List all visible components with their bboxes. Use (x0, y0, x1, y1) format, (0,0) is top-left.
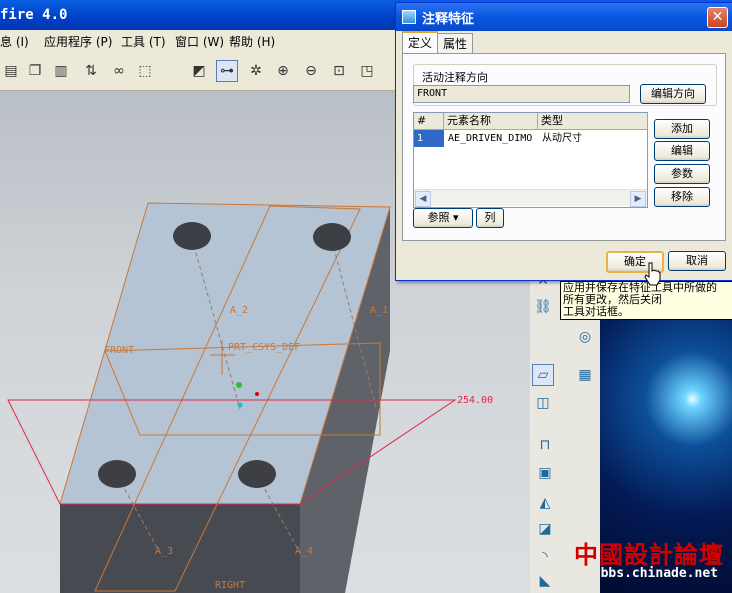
label-a1: A_1 (370, 305, 388, 316)
hole-bottom-right (238, 460, 276, 488)
zoom-in-icon[interactable]: ⊕ (272, 60, 294, 82)
orient-icon[interactable]: ✲ (245, 60, 267, 82)
annotation-feature-dialog: 注释特征 ✕ 定义 属性 活动注释方向 FRONT 编辑方向 # 元素名称 类型… (395, 2, 732, 281)
scroll-right-icon[interactable]: ▶ (630, 191, 646, 207)
red-point (255, 392, 259, 396)
hole-bottom-left (98, 460, 136, 488)
hand-cursor-icon (644, 262, 661, 286)
remove-button[interactable]: 移除 (654, 187, 710, 207)
round-icon[interactable]: ◝ (534, 546, 556, 568)
columns-button[interactable]: 列 (476, 208, 504, 228)
add-button[interactable]: 添加 (654, 119, 710, 139)
chamfer-icon[interactable]: ◣ (534, 570, 556, 592)
header-element-name: 元素名称 (444, 113, 538, 130)
copy-icon[interactable]: ❐ (24, 60, 46, 82)
blend-icon[interactable]: ◪ (534, 518, 556, 540)
main-toolbar: ▤ ❐ ▥ ⇅ ∞ ⬚ ◩ ⊶ ✲ ⊕ ⊖ ⊡ ◳ (0, 52, 400, 91)
label-a4: A_4 (295, 546, 313, 557)
label-a2: A_2 (230, 305, 248, 316)
label-right: RIGHT (215, 580, 245, 591)
watermark: 中國設計論壇 bbs.chinade.net (574, 535, 732, 585)
sweep-icon[interactable]: ◭ (534, 492, 556, 514)
sketch-tool-icon[interactable]: ▱ (532, 364, 554, 386)
label-front: FRONT (104, 345, 134, 356)
menu-window[interactable]: 窗口 (W) (175, 33, 224, 50)
spin-center-icon[interactable]: ⊶ (216, 60, 238, 82)
dialog-title: 注释特征 (422, 12, 475, 27)
clipboard-icon[interactable]: ▥ (50, 60, 72, 82)
view-icon[interactable]: ◳ (356, 60, 378, 82)
binoculars-icon[interactable]: ∞ (108, 60, 130, 82)
dialog-title-bar[interactable]: 注释特征 ✕ (396, 3, 732, 31)
dropdown-arrow-icon: ▾ (452, 211, 459, 224)
references-label: 参照 (427, 211, 450, 224)
header-num: # (414, 113, 444, 130)
parameters-button[interactable]: 参数 (654, 164, 710, 184)
element-table[interactable]: # 元素名称 类型 1 AE_DRIVEN_DIMO 从动尺寸 ◀ ▶ (413, 112, 648, 208)
hole-top-left (173, 222, 211, 250)
tab-properties[interactable]: 属性 (437, 33, 473, 54)
horizontal-scrollbar[interactable]: ◀ ▶ (414, 189, 647, 207)
analysis-icon[interactable]: ◎ (574, 326, 596, 348)
datum-icon[interactable]: ◫ (532, 392, 554, 414)
table-row-name[interactable]: AE_DRIVEN_DIMO (445, 130, 538, 147)
menu-bar: 息 (I) 应用程序 (P) 工具 (T) 窗口 (W) 帮助 (H) (0, 30, 400, 52)
edit-button[interactable]: 编辑 (654, 141, 710, 161)
app-title: fire 4.0 (0, 7, 68, 23)
select-box-icon[interactable]: ⬚ (134, 60, 156, 82)
direction-field[interactable]: FRONT (413, 85, 630, 103)
table-row-type[interactable]: 从动尺寸 (539, 130, 642, 147)
menu-applications[interactable]: 应用程序 (P) (44, 33, 112, 50)
tooltip-line-3: 工具对话框。 (563, 305, 629, 318)
edit-direction-button[interactable]: 编辑方向 (640, 84, 706, 104)
cancel-button[interactable]: 取消 (668, 251, 726, 271)
definition-panel: 活动注释方向 FRONT 编辑方向 # 元素名称 类型 1 AE_DRIVEN_… (402, 53, 726, 241)
scroll-left-icon[interactable]: ◀ (415, 191, 431, 207)
ok-tooltip: 应用并保存在特征工具中所做的 所有更改，然后关闭 工具对话框。 (560, 281, 732, 320)
close-icon[interactable]: ✕ (707, 7, 728, 28)
menu-help[interactable]: 帮助 (H) (229, 33, 275, 50)
zoom-fit-icon[interactable]: ⊡ (328, 60, 350, 82)
menu-tools[interactable]: 工具 (T) (121, 33, 166, 50)
chain-icon[interactable]: ⛓ (532, 296, 554, 318)
paste-icon[interactable]: ▤ (0, 60, 22, 82)
revolve-icon[interactable]: ▣ (534, 462, 556, 484)
watermark-chinese: 中國設計論壇 (574, 541, 724, 569)
cyan-point (237, 402, 243, 408)
watermark-url: bbs.chinade.net (600, 566, 718, 581)
green-point (236, 382, 242, 388)
repaint-icon[interactable]: ◩ (188, 60, 210, 82)
dialog-app-icon (402, 10, 416, 24)
regenerate-icon[interactable]: ⇅ (80, 60, 102, 82)
label-dimension: 254.00 (457, 395, 493, 406)
label-csys: PRT_CSYS_DEF (228, 342, 300, 353)
zoom-out-icon[interactable]: ⊖ (300, 60, 322, 82)
header-type: 类型 (538, 113, 648, 130)
menu-info[interactable]: 息 (I) (0, 33, 29, 50)
hole-top-right (313, 223, 351, 251)
references-button[interactable]: 参照 ▾ (413, 208, 473, 228)
extrude-icon[interactable]: ⊓ (534, 434, 556, 456)
active-direction-label: 活动注释方向 (422, 71, 488, 84)
grid-icon[interactable]: ▦ (574, 364, 596, 386)
label-a3: A_3 (155, 546, 173, 557)
table-row-num[interactable]: 1 (414, 130, 444, 147)
